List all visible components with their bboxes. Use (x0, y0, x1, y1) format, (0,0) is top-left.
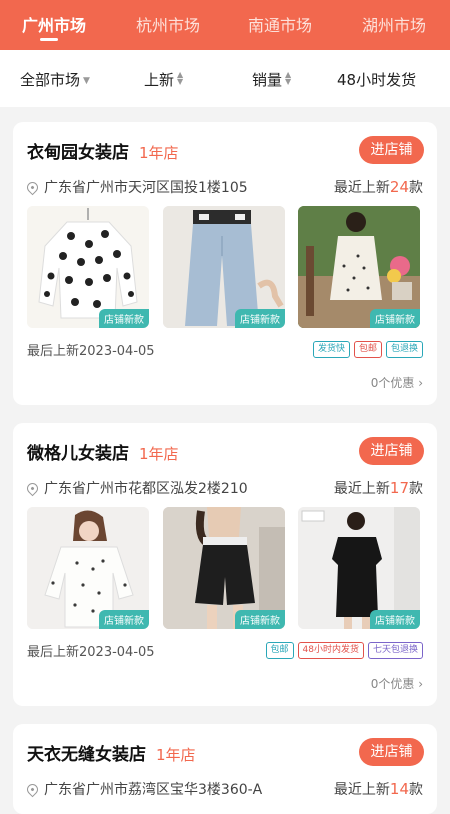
recent-new-number: 17 (389, 479, 409, 497)
service-tags: 包邮 48小时内发货 七天包退换 (265, 642, 423, 659)
shop-address: 广东省广州市花都区泓发2楼210 (24, 478, 248, 498)
location-pin-icon (24, 781, 41, 798)
shop-address: 广东省广州市荔湾区宝华3楼360-A (24, 779, 263, 799)
service-tags: 发货快 包邮 包退换 (312, 341, 423, 358)
filter-sales[interactable]: 销量 ▲ ▼ (252, 69, 293, 90)
location-pin-icon (24, 179, 41, 196)
last-update-date: 最后上新2023-04-05 (27, 645, 155, 660)
filter-new[interactable]: 上新 ▲ ▼ (144, 69, 185, 90)
new-product-tag: 店铺新款 (235, 610, 285, 629)
recent-new-number: 14 (389, 780, 409, 798)
new-product-tag: 店铺新款 (99, 610, 149, 629)
offers-count: 0个优惠 (370, 376, 415, 390)
sort-icon: ▲ ▼ (177, 70, 184, 86)
offers-link[interactable]: 0个优惠 › (371, 374, 423, 391)
shop-card[interactable]: 衣甸园女装店 1年店 进店铺 广东省广州市天河区国投1楼105 最近上新24款 店… (13, 122, 437, 405)
chevron-right-icon: › (418, 376, 423, 390)
shop-address-text: 广东省广州市荔湾区宝华3楼360-A (44, 782, 263, 798)
shop-title: 天衣无缝女装店 1年店 (27, 740, 196, 765)
shop-age-badge: 1年店 (139, 445, 179, 463)
recent-new-number: 24 (389, 178, 409, 196)
product-photo-black-shorts[interactable]: 店铺新款 (163, 507, 285, 629)
filter-bar: 全部市场 ▼ 上新 ▲ ▼ 销量 ▲ ▼ 48小时发货 (0, 50, 450, 107)
sort-icon: ▲ ▼ (285, 70, 292, 86)
service-tag-free-shipping: 包邮 (353, 341, 382, 358)
last-update-date: 最后上新2023-04-05 (27, 344, 155, 359)
service-tag-fast-shipping: 发货快 (312, 341, 350, 358)
product-photo-black-dress[interactable]: 店铺新款 (298, 507, 420, 629)
offers-count: 0个优惠 (370, 677, 415, 691)
recent-new-unit: 款 (409, 782, 423, 798)
shop-address: 广东省广州市天河区国投1楼105 (24, 177, 248, 197)
recent-new-label: 最近上新 (333, 782, 390, 798)
product-photo-floral-dress[interactable]: 店铺新款 (298, 206, 420, 328)
dropdown-arrow-icon: ▼ (83, 76, 90, 86)
shop-age-badge: 1年店 (139, 144, 179, 162)
filter-all-market[interactable]: 全部市场 ▼ (20, 69, 90, 90)
product-photo-polka-dot-blouse[interactable]: 店铺新款 (27, 206, 149, 328)
recent-new-count: 最近上新17款 (334, 478, 423, 498)
recent-new-unit: 款 (409, 180, 423, 196)
shop-title: 衣甸园女装店 1年店 (27, 138, 179, 163)
filter-48h-shipping[interactable]: 48小时发货 (337, 69, 416, 90)
shop-title: 微格儿女装店 1年店 (27, 439, 179, 464)
new-product-tag: 店铺新款 (99, 309, 149, 328)
enter-shop-button[interactable]: 进店铺 (359, 136, 424, 164)
chevron-right-icon: › (418, 677, 423, 691)
shop-card[interactable]: 天衣无缝女装店 1年店 进店铺 广东省广州市荔湾区宝华3楼360-A 最近上新14… (13, 724, 437, 814)
recent-new-count: 最近上新14款 (334, 779, 423, 799)
shop-name: 衣甸园女装店 (27, 143, 129, 163)
enter-shop-button[interactable]: 进店铺 (359, 437, 424, 465)
tab-nantong-market[interactable]: 南通市场 (248, 12, 312, 36)
service-tag-free-shipping: 包邮 (265, 642, 294, 659)
service-tag-returns: 包退换 (385, 341, 423, 358)
shop-address-text: 广东省广州市天河区国投1楼105 (44, 180, 248, 196)
tab-hangzhou-market[interactable]: 杭州市场 (136, 12, 200, 36)
recent-new-label: 最近上新 (333, 481, 390, 497)
active-tab-indicator (40, 38, 58, 41)
shop-age-badge: 1年店 (156, 746, 196, 764)
new-product-tag: 店铺新款 (235, 309, 285, 328)
product-photo-floral-blouse[interactable]: 店铺新款 (27, 507, 149, 629)
enter-shop-button[interactable]: 进店铺 (359, 738, 424, 766)
recent-new-label: 最近上新 (333, 180, 390, 196)
tab-guangzhou-market[interactable]: 广州市场 (22, 12, 86, 36)
location-pin-icon (24, 480, 41, 497)
service-tag-48h-shipping: 48小时内发货 (297, 642, 364, 659)
service-tag-7day-returns: 七天包退换 (367, 642, 423, 659)
product-photo-denim-pants[interactable]: 店铺新款 (163, 206, 285, 328)
shop-address-text: 广东省广州市花都区泓发2楼210 (44, 481, 248, 497)
new-product-tag: 店铺新款 (370, 309, 420, 328)
offers-link[interactable]: 0个优惠 › (371, 675, 423, 692)
shop-card[interactable]: 微格儿女装店 1年店 进店铺 广东省广州市花都区泓发2楼210 最近上新17款 店… (13, 423, 437, 706)
tab-huzhou-market[interactable]: 湖州市场 (362, 12, 426, 36)
shop-name: 微格儿女装店 (27, 444, 129, 464)
recent-new-unit: 款 (409, 481, 423, 497)
market-tab-bar: 广州市场 杭州市场 南通市场 湖州市场 (0, 0, 450, 50)
recent-new-count: 最近上新24款 (334, 177, 423, 197)
new-product-tag: 店铺新款 (370, 610, 420, 629)
filter-all-market-label: 全部市场 (20, 71, 81, 89)
filter-sales-label: 销量 (252, 71, 283, 89)
shop-name: 天衣无缝女装店 (27, 745, 146, 765)
filter-new-label: 上新 (144, 71, 175, 89)
